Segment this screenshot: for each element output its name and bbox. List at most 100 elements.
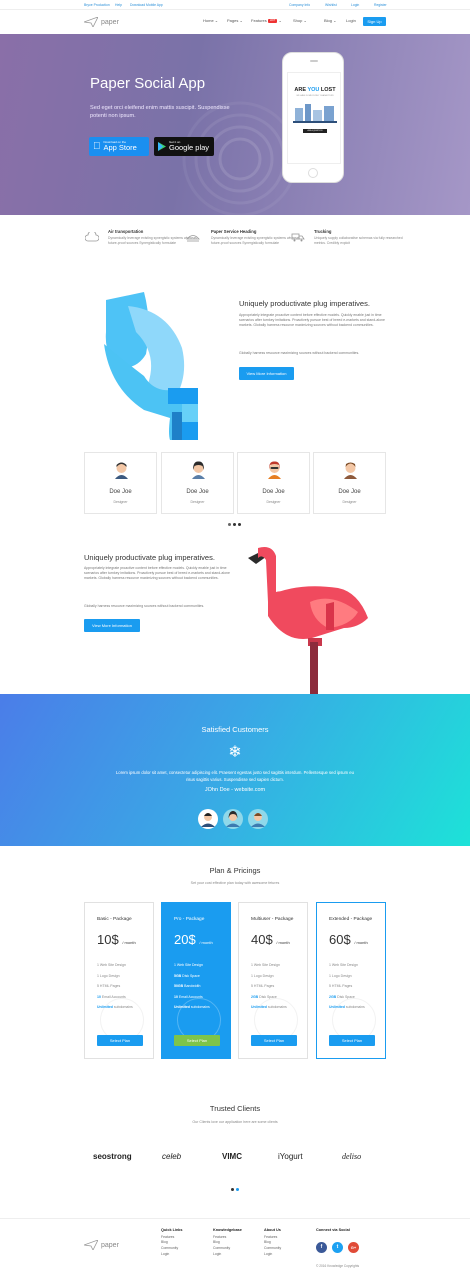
team-card[interactable]: Doe Joe Designer [237,452,310,514]
copyright-text: © 2016 Knowledge Copyrights [316,1264,360,1268]
hero-section: Paper Social App Sed eget orci eleifend … [0,34,470,215]
nav-pages[interactable]: Pages ⌄ [227,18,243,23]
truck-icon [291,233,305,242]
app-store-button[interactable]:  Download on theApp Store [89,137,149,156]
footer-link[interactable]: Login [264,1252,281,1258]
hero-subtitle: Sed eget orci eleifend enim mattis susci… [90,105,230,119]
testimonial-author: JOhn Doe - website.com [204,787,266,793]
google-plus-icon[interactable]: G+ [348,1242,359,1253]
phone-headline: ARE YOU LOST [294,87,336,93]
nav-shop[interactable]: Shop ⌄ [293,18,307,23]
select-plan-button[interactable]: Select Plan [97,1035,143,1046]
topbar-link-register[interactable]: Register [374,3,387,7]
topbar-link-help[interactable]: Help [115,3,122,7]
signup-button[interactable]: Sign Up [363,17,386,26]
pricing-subtitle: Set your cost effective plan today with … [190,881,280,885]
avatar-icon [268,461,281,479]
phone-speaker [310,60,318,62]
select-plan-button[interactable]: Select Plan [251,1035,297,1046]
section2-title: Uniquely productivate plug imperatives. [84,553,215,562]
footer-col-social: Connect via Social [316,1228,350,1232]
city-illustration [293,104,337,123]
nav-login[interactable]: Login [346,18,356,23]
section2-text2: Globally harness resource maximizing sou… [84,604,205,608]
paper-plane-icon [84,1240,98,1250]
customer-avatars[interactable] [198,807,270,831]
snowflake-icon: ❄ [228,744,242,761]
phone-home-button [308,168,318,178]
phone-mockup: ARE YOU LOST WE HAVE SOME FUNNY CHARACTE… [282,52,344,183]
client-logo-celeb: celeb [162,1152,182,1161]
dolphin-illustration [104,292,198,440]
section2-more-button[interactable]: View More Information [84,619,140,632]
plan-features: 1 Web Site Design 1 Logo Design 5 HTML Pag… [329,963,365,1009]
pricing-card-basic: Basic - Package 10$ / month 1 Web Site D… [84,902,154,1059]
client-logo-vimc: VIMC [222,1152,242,1161]
footer-link[interactable]: Login [161,1252,183,1258]
plane-icon [186,235,200,242]
play-icon [158,142,166,151]
top-bar: Bryce Production Help Download Mobile Ap… [0,0,470,10]
topbar-link-production[interactable]: Bryce Production [84,3,110,7]
section2-text: Appropriately integrate proactive conten… [84,566,230,580]
pricing-title: Plan & Pricings [209,866,261,875]
twitter-icon[interactable]: t [332,1242,343,1253]
footer-col-knowledgebase: Knowledgebase Features Blog Community Lo… [213,1228,242,1258]
footer-col-quicklinks: Quick Links Features Blog Community Logi… [161,1228,183,1258]
team-card[interactable]: Doe Joe Designer [313,452,386,514]
testimonial-quote: Lorem ipsum dolor sit amet, consectetur … [116,770,354,782]
select-plan-button[interactable]: Select Plan [329,1035,375,1046]
phone-screen: ARE YOU LOST WE HAVE SOME FUNNY CHARACTE… [287,72,341,164]
avatar-icon [192,461,205,479]
footer-logo[interactable]: paper [84,1240,119,1250]
nav-features[interactable]: Features HOT ⌄ [251,18,282,23]
logo[interactable]: paper [84,16,119,28]
footer-link[interactable]: Community [264,1246,281,1252]
hot-badge: HOT [267,18,278,23]
avatar-icon [115,462,128,479]
pricing-card-extended: Extended - Package 60$ / month 1 Web Sit… [316,902,386,1059]
plan-features: 1 Web Site Design 1 Logo Design 5 HTML Pag… [97,963,133,1009]
plan-features: 1 Web Site Design 5GB Disk Space 50GB Ba… [174,963,210,1009]
feature-trucking: Trucking Uniquely supply collaborative sc… [314,229,403,245]
testimonial-title: Satisfied Customers [201,725,269,734]
plan-features: 1 Web Site Design 1 Logo Design 5 HTML Pag… [251,963,287,1009]
main-nav: paper Home ⌄ Pages ⌄ Features HOT ⌄ Shop… [0,10,470,34]
client-logo-seostrong: seostrong [93,1152,132,1161]
section1-text2: Globally harness resource maximizing sou… [239,351,360,355]
apple-icon:  [93,141,101,152]
facebook-icon[interactable]: f [316,1242,327,1253]
paper-plane-icon [84,17,98,27]
team-card[interactable]: Doe Joe Designer [84,452,157,514]
topbar-link-company[interactable]: Company Info [289,3,310,7]
topbar-link-wishlist[interactable]: Wishlist [325,3,337,7]
logo-text: paper [101,18,119,26]
google-play-button[interactable]: Get it on Google play [154,137,214,156]
pricing-card-pro: Pro - Package 20$ / month 1 Web Site Des… [161,902,231,1059]
nav-blog[interactable]: Blog ⌄ [324,18,336,23]
topbar-link-download[interactable]: Download Mobile App [130,3,163,7]
client-logo-iyogurt: iYogurt [278,1152,303,1161]
pricing-card-multiuser: Multiuser - Package 40$ / month 1 Web Si… [238,902,308,1059]
footer-link[interactable]: Login [213,1252,242,1258]
flamingo-illustration [248,547,368,694]
phone-sub: WE HAVE SOME FUNNY CHARACTERS [296,95,334,97]
hero-title: Paper Social App [90,75,206,92]
select-plan-button[interactable]: Select Plan [174,1035,220,1046]
footer-col-aboutus: About Us Features Blog Community Login [264,1228,282,1258]
clients-carousel-dots[interactable] [231,1187,241,1193]
nav-home[interactable]: Home ⌄ [203,18,218,23]
phone-ask-button[interactable]: ASK A QUESTION [303,129,327,133]
section1-title: Uniquely productivate plug imperatives. [239,299,370,308]
client-logo-deliso: deliso [342,1152,362,1161]
avatar-icon [344,462,357,479]
clients-title: Trusted Clients [209,1104,261,1113]
cloud-icon [85,232,99,242]
topbar-link-login[interactable]: Login [351,3,359,7]
section1-more-button[interactable]: View More Information [239,367,294,380]
clients-subtitle: Our Clients love our application here ar… [192,1120,278,1124]
team-carousel-dots[interactable] [228,522,243,528]
team-card[interactable]: Doe Joe Designer [161,452,234,514]
testimonial-section: Satisfied Customers ❄ Lorem ipsum dolor … [0,694,470,846]
section1-text: Appropriately integrate proactive conten… [239,313,385,327]
